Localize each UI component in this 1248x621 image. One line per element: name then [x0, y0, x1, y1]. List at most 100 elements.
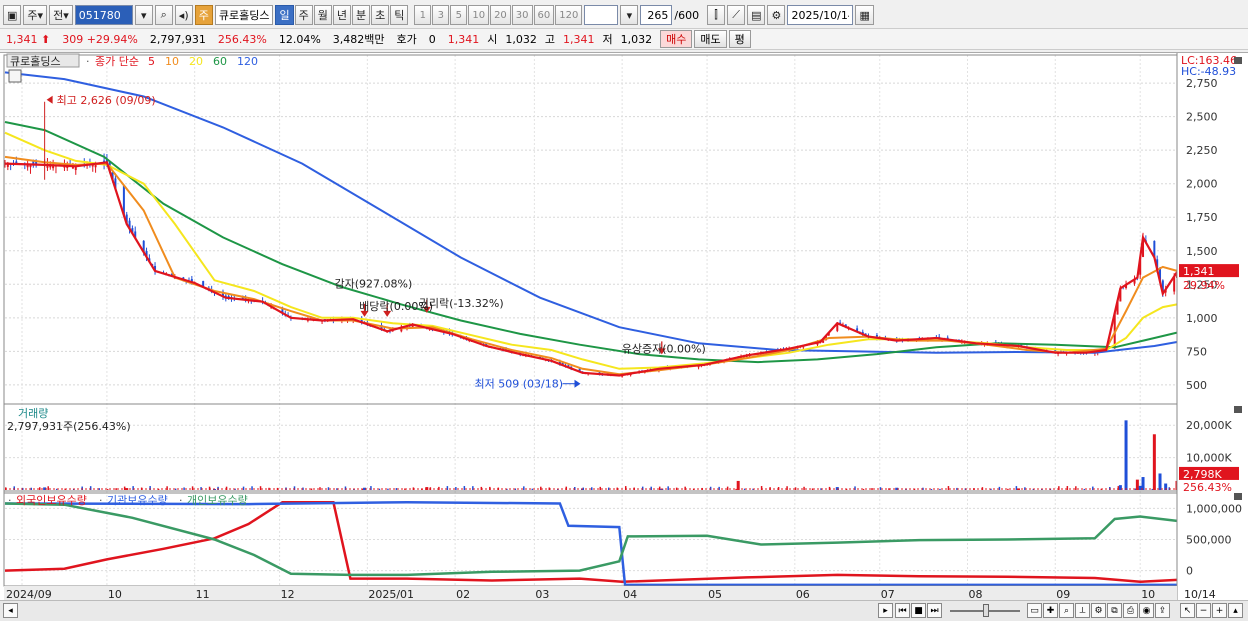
- buy-button[interactable]: 매수: [660, 30, 693, 48]
- price-tick-label: 2,500: [1186, 111, 1218, 124]
- holdings-panel: [4, 500, 1178, 587]
- period-custom-input[interactable]: [584, 5, 619, 25]
- search-icon[interactable]: ⌕: [154, 5, 173, 25]
- print-icon[interactable]: ⎙: [1123, 603, 1138, 618]
- tab-0[interactable]: 일: [275, 5, 294, 25]
- bar-count-total: /600: [674, 8, 700, 22]
- stock-code-input[interactable]: [74, 5, 133, 25]
- high-arrow: [46, 95, 53, 104]
- zoom-slider-handle[interactable]: [983, 604, 989, 617]
- volume-subtitle: 2,797,931주(256.43%): [7, 420, 131, 433]
- hoga-value: 0: [428, 32, 436, 46]
- price-tick-label: 750: [1186, 345, 1207, 358]
- speaker-icon[interactable]: ◂): [174, 5, 193, 25]
- x-axis-background: [4, 586, 1177, 601]
- volume-bar-minor: [947, 486, 950, 490]
- holdings-tick-label: 0: [1186, 565, 1193, 578]
- volume-bar-minor: [327, 487, 330, 490]
- calendar-icon[interactable]: ▦: [855, 5, 874, 25]
- dropdown-arrow-icon[interactable]: ▾: [134, 5, 153, 25]
- period-button-10[interactable]: 10: [468, 5, 490, 25]
- scroll-right-icon[interactable]: ▸: [878, 603, 893, 618]
- price-change: 309 +29.94%: [56, 33, 144, 46]
- drawing-tool-icon[interactable]: ⟋: [727, 5, 746, 25]
- volume-bar-minor: [540, 486, 542, 490]
- legend-dot: ·: [86, 55, 90, 68]
- axes: 2,7502,5002,2502,0001,7501,5001,2501,000…: [3, 53, 1248, 601]
- volume-bar-minor: [1075, 486, 1077, 490]
- volume-bar-minor: [667, 486, 669, 490]
- volume-bar-minor: [1083, 488, 1086, 490]
- holdings-tick-label: 1,000,000: [1186, 502, 1242, 515]
- copy-icon[interactable]: ⧉: [1107, 603, 1122, 618]
- holdings-legend-1: 기관보유수량: [107, 494, 168, 507]
- period-button-5[interactable]: 5: [450, 5, 468, 25]
- layout-icon[interactable]: ▭: [1027, 603, 1042, 618]
- period-button-60[interactable]: 60: [533, 5, 555, 25]
- panel-close-icon-1: [1234, 406, 1242, 413]
- save-icon[interactable]: ▤: [747, 5, 766, 25]
- event-annotation: 감자(927.08%): [335, 278, 413, 291]
- volume-bar-minor: [47, 486, 49, 490]
- cursor-icon[interactable]: ↖: [1180, 603, 1195, 618]
- holdings-line-2: [4, 502, 1178, 577]
- magnifier-icon[interactable]: ⌕: [1059, 603, 1074, 618]
- prev-select[interactable]: 전 ▾: [49, 5, 73, 25]
- period-button-30[interactable]: 30: [511, 5, 533, 25]
- current-price-label: 1,341: [1183, 265, 1215, 278]
- tab-1[interactable]: 주: [294, 5, 313, 25]
- eye-icon[interactable]: ◉: [1139, 603, 1154, 618]
- market-select[interactable]: 주 ▾: [23, 5, 48, 25]
- low-label: 저: [602, 33, 613, 46]
- volume-bar-minor: [1151, 488, 1154, 490]
- tab-6[interactable]: 틱: [390, 5, 409, 25]
- candle-type-icon[interactable]: ⫿: [707, 5, 726, 25]
- crosshair-icon[interactable]: ✚: [1043, 603, 1058, 618]
- chart-settings-icon[interactable]: ⚙: [1091, 603, 1106, 618]
- chart-area[interactable]: 2,750 2,500 2,250 2,000 1,750 1,500 1,250 1,000…: [0, 52, 1248, 601]
- date-input[interactable]: [787, 5, 854, 25]
- price-tick-label: 1,000: [1186, 312, 1218, 325]
- volume-bar-minor: [174, 488, 177, 490]
- scroll-bar[interactable]: ◂ ▸ ⏮ ■ ⏭ ▭ ✚ ⌕ ⟂ ⚙ ⧉ ⎙ ◉ ⇪ ↖ − + ▴: [0, 600, 1248, 621]
- scroll-up-icon[interactable]: ▴: [1228, 603, 1243, 618]
- tab-3[interactable]: 년: [332, 5, 351, 25]
- volume-bar-minor: [803, 486, 805, 490]
- axis-background: [1177, 53, 1248, 601]
- legend-series-10: 10: [165, 55, 179, 68]
- rewind-icon[interactable]: ⏮: [895, 603, 910, 618]
- trade-amount: 3,482백만: [332, 33, 385, 46]
- volume-title: 거래량: [18, 407, 48, 420]
- price-tick-label: 1,500: [1186, 245, 1218, 258]
- low-annotation: 최저 509 (03/18): [475, 378, 564, 391]
- zoom-out-icon[interactable]: −: [1196, 603, 1211, 618]
- gear-icon[interactable]: ⚙: [767, 5, 786, 25]
- stock-name: 큐로홀딩스: [214, 5, 274, 25]
- volume-bar-minor: [828, 486, 831, 490]
- price-tick-label: 2,250: [1186, 144, 1218, 157]
- period-dropdown-icon[interactable]: ▾: [620, 5, 639, 25]
- window-icon[interactable]: ▣: [3, 5, 22, 25]
- tab-5[interactable]: 초: [371, 5, 390, 25]
- sell-button[interactable]: 매도: [694, 30, 727, 48]
- volume-bar: [1158, 473, 1162, 490]
- panel-close-icon-2: [1234, 493, 1242, 500]
- ruler-icon[interactable]: ⟂: [1075, 603, 1090, 618]
- period-button-120[interactable]: 120: [555, 5, 583, 25]
- bar-count-input[interactable]: [640, 5, 673, 25]
- volume-current-label: 2,798K: [1183, 468, 1222, 481]
- tab-2[interactable]: 월: [313, 5, 332, 25]
- evaluate-button[interactable]: 평: [728, 30, 751, 48]
- period-button-1[interactable]: 1: [414, 5, 432, 25]
- tab-4[interactable]: 분: [351, 5, 371, 25]
- scroll-left-icon[interactable]: ◂: [3, 603, 18, 618]
- fast-forward-icon[interactable]: ⏭: [927, 603, 942, 618]
- period-button-3[interactable]: 3: [432, 5, 450, 25]
- volume-bar-minor: [489, 486, 491, 490]
- low-value: 1,032: [620, 32, 653, 46]
- export-icon[interactable]: ⇪: [1155, 603, 1170, 618]
- stop-icon[interactable]: ■: [911, 603, 926, 618]
- volume-bar-minor: [599, 486, 601, 490]
- period-button-20[interactable]: 20: [490, 5, 511, 25]
- zoom-in-icon[interactable]: +: [1212, 603, 1227, 618]
